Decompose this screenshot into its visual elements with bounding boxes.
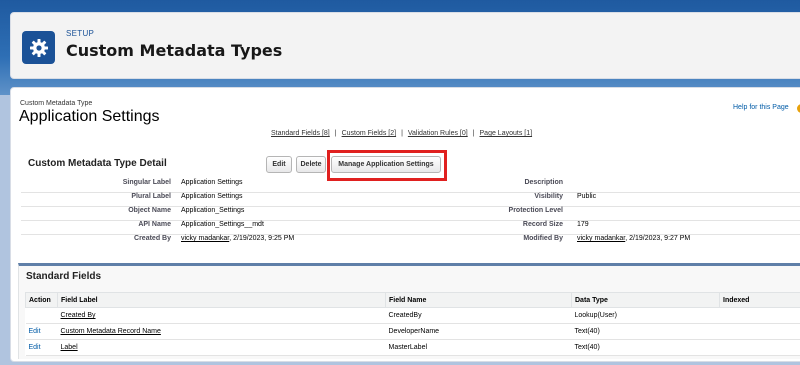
field-value: Application_Settings__mdt	[181, 221, 264, 228]
table-row: Edit Label MasterLabel Text(40)	[25, 339, 800, 356]
field-label-cell: Created By	[57, 307, 386, 324]
edit-button[interactable]: Edit	[266, 156, 292, 173]
field-label: Modified By	[523, 235, 563, 242]
created-date: , 2/19/2023, 9:25 PM	[229, 235, 295, 242]
field-label-link[interactable]: Label	[61, 344, 78, 351]
detail-row: Created By vicky madankar, 2/19/2023, 9:…	[21, 235, 800, 249]
page-title: Custom Metadata Types	[66, 41, 283, 60]
field-name-cell: DeveloperName	[385, 323, 572, 340]
row-action-edit-link[interactable]: Edit	[29, 328, 41, 335]
setup-header: SETUP Custom Metadata Types	[10, 12, 800, 79]
field-value: Application Settings	[181, 193, 243, 200]
standard-fields-table: Action Field Label Field Name Data Type …	[25, 292, 800, 356]
field-value: vicky madankar, 2/19/2023, 9:25 PM	[181, 235, 294, 242]
field-label-link[interactable]: Created By	[61, 312, 96, 319]
breadcrumb[interactable]: SETUP	[66, 29, 94, 38]
field-value: Application_Settings	[181, 207, 245, 214]
gear-icon	[22, 31, 55, 64]
table-row: Created By CreatedBy Lookup(User)	[25, 307, 800, 324]
field-label-cell: Label	[57, 339, 386, 356]
row-action: Edit	[25, 323, 58, 340]
data-type-cell: Lookup(User)	[571, 307, 720, 324]
row-action-edit-link[interactable]: Edit	[29, 344, 41, 351]
field-value: 179	[577, 221, 589, 228]
link-separator: |	[472, 130, 475, 137]
field-name-cell: CreatedBy	[385, 307, 572, 324]
page-layouts-link[interactable]: Page Layouts [1]	[480, 130, 533, 137]
data-type-cell: Text(40)	[571, 323, 720, 340]
column-header: Action	[25, 292, 58, 308]
custom-fields-link[interactable]: Custom Fields [2]	[342, 130, 396, 137]
data-type-cell: Text(40)	[571, 339, 720, 356]
link-separator: |	[334, 130, 337, 137]
row-action	[25, 307, 58, 324]
field-label: Plural Label	[131, 193, 171, 200]
indexed-cell	[719, 339, 800, 356]
column-header[interactable]: Field Label	[57, 292, 386, 308]
modified-date: , 2/19/2023, 9:27 PM	[625, 235, 691, 242]
record-title: Application Settings	[19, 108, 160, 125]
field-value: Public	[577, 193, 597, 200]
field-label: Visibility	[534, 193, 563, 200]
highlight-annotation	[327, 150, 447, 181]
field-label: Created By	[134, 235, 171, 242]
table-header-row: Action Field Label Field Name Data Type …	[25, 292, 800, 308]
detail-row: Object Name Application_Settings Protect…	[21, 207, 800, 221]
field-label-link[interactable]: Custom Metadata Record Name	[61, 328, 161, 335]
field-name-cell: MasterLabel	[385, 339, 572, 356]
standard-fields-link[interactable]: Standard Fields [8]	[271, 130, 330, 137]
link-separator: |	[401, 130, 403, 137]
detail-row: API Name Application_Settings__mdt Recor…	[21, 221, 800, 235]
created-by-user-link[interactable]: vicky madankar	[181, 235, 229, 242]
field-label: API Name	[138, 221, 171, 228]
field-label: Object Name	[128, 207, 171, 214]
field-label: Description	[524, 179, 563, 186]
indexed-cell	[719, 307, 800, 324]
standard-fields-section: Standard Fields Action Field Label Field…	[18, 263, 800, 359]
field-label: Record Size	[522, 221, 563, 228]
field-label: Singular Label	[122, 179, 171, 186]
validation-rules-link[interactable]: Validation Rules [0]	[408, 130, 468, 137]
field-label: Protection Level	[508, 207, 563, 214]
row-action: Edit	[25, 339, 58, 356]
delete-button[interactable]: Delete	[296, 156, 326, 173]
object-type-label: Custom Metadata Type	[20, 100, 93, 107]
column-header[interactable]: Data Type	[571, 292, 720, 308]
detail-row: Singular Label Application Settings Desc…	[21, 179, 800, 193]
table-row: Edit Custom Metadata Record Name Develop…	[25, 323, 800, 340]
column-header[interactable]: Field Name	[385, 292, 572, 308]
indexed-cell	[719, 323, 800, 340]
detail-row: Plural Label Application Settings Visibi…	[21, 193, 800, 207]
field-label-cell: Custom Metadata Record Name	[57, 323, 386, 340]
section-title: Standard Fields	[26, 271, 102, 282]
field-value: vicky madankar, 2/19/2023, 9:27 PM	[577, 235, 690, 242]
field-value: Application Settings	[181, 179, 243, 186]
column-header[interactable]: Indexed	[719, 292, 800, 308]
detail-section-heading: Custom Metadata Type Detail	[28, 158, 167, 169]
modified-by-user-link[interactable]: vicky madankar	[577, 235, 625, 242]
related-list-links: Standard Fields [8] | Custom Fields [2] | Va…	[271, 130, 532, 137]
help-link[interactable]: Help for this Page	[733, 104, 789, 111]
